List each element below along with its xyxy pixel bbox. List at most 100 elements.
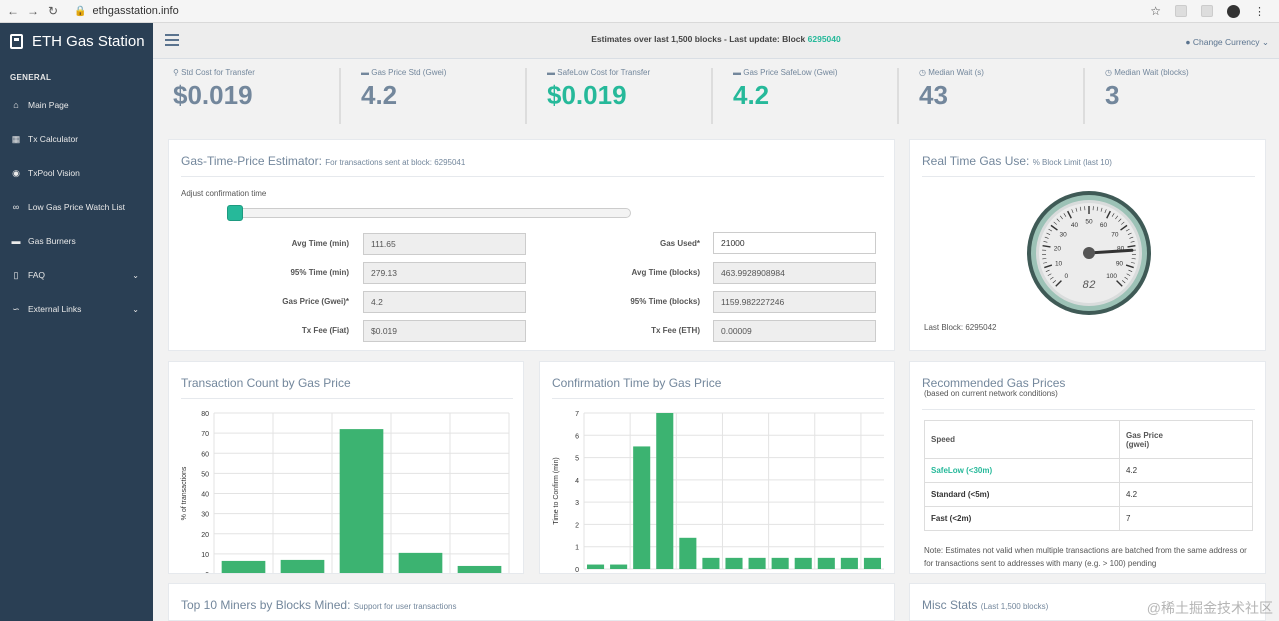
gas-price-field[interactable]: 4.2 [363, 291, 526, 313]
car-icon: ▬ [11, 236, 21, 246]
gauge-tick-label: 90 [1116, 260, 1124, 267]
divider [181, 176, 884, 177]
tx-fee-fiat-label: Tx Fee (Fiat) [301, 326, 349, 335]
tx-fee-eth-label: Tx Fee (ETH) [651, 326, 700, 335]
back-icon[interactable]: ← [6, 4, 20, 18]
gauge-readout: 82 [1082, 280, 1096, 292]
speed-cell: Standard (<5m) [924, 482, 1120, 507]
speed-cell: SafeLow (<30m) [924, 458, 1120, 483]
column-header-price: Gas Price (gwei) [1119, 420, 1253, 459]
gauge-tick-label: 50 [1085, 219, 1093, 226]
gauge-tick-label: 0 [1065, 273, 1069, 280]
panel-heading: Misc Stats [922, 598, 978, 612]
table-row: SafeLow (<30m) 4.2 [924, 458, 1253, 483]
confirmation-time-slider[interactable] [227, 208, 631, 218]
tile-value: $0.019 [173, 80, 253, 110]
section-title: GENERAL [10, 73, 52, 82]
sidebar-item-label: TxPool Vision [28, 168, 80, 178]
sidebar-item-watch-list[interactable]: ∞ Low Gas Price Watch List [0, 190, 153, 224]
y-tick-label: 10 [201, 552, 209, 559]
panel-subheading: (based on current network conditions) [924, 389, 1058, 398]
bar [748, 557, 766, 569]
change-currency-label: Change Currency [1192, 37, 1260, 47]
bar [587, 564, 605, 569]
tile-median-wait-s: ◷ Median Wait (s) 43 [897, 68, 1083, 124]
bar [221, 560, 266, 573]
txcount-chart: 0 10 20 30 40 50 60 70 80 % of transactions [181, 411, 510, 573]
reload-icon[interactable]: ↻ [46, 4, 60, 18]
y-tick-label: 70 [201, 431, 209, 438]
y-tick-label: 1 [575, 545, 579, 552]
gas-used-input[interactable]: 21000 [713, 232, 876, 254]
gauge-tick-label: 40 [1071, 222, 1079, 229]
binoculars-icon: ∞ [12, 202, 20, 212]
car-icon: ▬ [733, 68, 741, 77]
gauge-tick-label: 100 [1106, 273, 1117, 280]
bar [817, 557, 835, 569]
browser-toolbar: ← → ↻ 🔒 ethgasstation.info ☆ ⋮ [0, 0, 1279, 23]
conftime-chart-panel: Confirmation Time by Gas Price 01234567T… [539, 361, 895, 574]
y-tick-label: 5 [575, 456, 579, 463]
tag-icon: ⚲ [173, 68, 179, 77]
recommended-title: Recommended Gas Prices [910, 362, 1265, 390]
price-header-unit: (gwei) [1126, 439, 1150, 449]
sidebar-item-external-links[interactable]: ∽ External Links ⌄ [0, 292, 153, 326]
tile-label: Std Cost for Transfer [181, 68, 255, 77]
tile-value: $0.019 [547, 80, 627, 110]
sidebar-item-label: External Links [28, 304, 82, 314]
watermark: @稀土掘金技术社区 [1146, 600, 1273, 616]
brand-title: ETH Gas Station [32, 32, 145, 50]
globe-icon: ● [1185, 37, 1191, 47]
bar [863, 557, 881, 569]
tile-value: 43 [919, 80, 948, 110]
column-header-speed: Speed [924, 420, 1120, 459]
slider-handle[interactable] [227, 205, 243, 221]
bar [610, 564, 628, 569]
address-bar[interactable]: ethgasstation.info [92, 5, 178, 17]
change-currency-dropdown[interactable]: ● Change Currency ⌄ [1185, 37, 1269, 48]
star-icon[interactable]: ☆ [1150, 4, 1161, 18]
brand[interactable]: ETH Gas Station [0, 23, 153, 59]
bar [633, 446, 651, 569]
conftime-chart: 0 1 2 3 4 5 6 7 Time to Confirm (min) [553, 411, 884, 574]
menu-dots-icon[interactable]: ⋮ [1254, 5, 1265, 18]
sidebar-item-gas-burners[interactable]: ▬ Gas Burners [0, 224, 153, 258]
sidebar-item-txpool-vision[interactable]: ◉ TxPool Vision [0, 156, 153, 190]
panel-subheading: % Block Limit (last 10) [1032, 158, 1112, 167]
y-tick-label: 50 [201, 471, 209, 478]
y-axis-label: % of transactions [181, 466, 188, 520]
forward-icon[interactable]: → [26, 4, 40, 18]
avatar[interactable] [1227, 4, 1240, 18]
book-icon: ▯ [13, 269, 19, 280]
chevron-down-icon: ⌄ [1261, 37, 1269, 47]
panel-heading: Gas-Time-Price Estimator: [181, 154, 322, 168]
y-tick-label: 0 [575, 567, 579, 574]
sidebar-item-tx-calculator[interactable]: ▦ Tx Calculator [0, 122, 153, 156]
y-tick-label: 7 [575, 411, 579, 418]
panel-subheading: For transactions sent at block: 6295041 [325, 158, 466, 167]
extension-icon-2[interactable] [1201, 5, 1213, 17]
bar [398, 552, 443, 573]
top-header: Estimates over last 1,500 blocks - Last … [153, 23, 1279, 59]
sidebar-item-main-page[interactable]: ⌂ Main Page [0, 88, 153, 122]
bar [280, 559, 325, 573]
avg-time-min-label: Avg Time (min) [291, 239, 349, 248]
last-update-text: Estimates over last 1,500 blocks - Last … [153, 34, 1279, 44]
avg-time-blocks-label: Avg Time (blocks) [631, 268, 700, 277]
gauge-hub [1083, 247, 1095, 259]
95-time-min-label: 95% Time (min) [290, 268, 349, 277]
table-row: Standard (<5m) 4.2 [924, 482, 1253, 507]
y-tick-label: 4 [575, 478, 579, 485]
panel-subheading: (Last 1,500 blocks) [980, 602, 1049, 611]
sidebar-item-faq[interactable]: ▯ FAQ ⌄ [0, 258, 153, 292]
panel-subheading: Support for user transactions [353, 602, 457, 611]
estimator-title: Gas-Time-Price Estimator: For transactio… [169, 140, 894, 168]
sidebar-item-label: Gas Burners [28, 236, 76, 246]
gauge-tick-label: 60 [1100, 222, 1108, 229]
speed-cell: Fast (<2m) [924, 506, 1120, 531]
y-tick-label: 80 [201, 411, 209, 418]
estimates-note: Note: Estimates not valid when multiple … [924, 546, 1247, 568]
recommended-panel: Recommended Gas Prices (based on current… [909, 361, 1266, 574]
extension-icon[interactable] [1175, 5, 1187, 17]
sidebar-item-label: Low Gas Price Watch List [28, 202, 125, 212]
